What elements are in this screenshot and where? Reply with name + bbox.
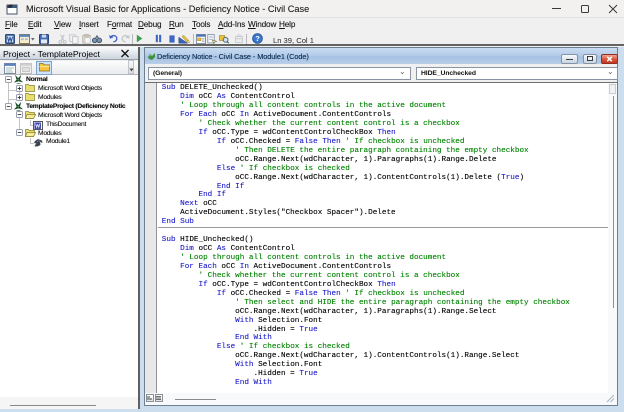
svg-text:?: ? [255, 34, 260, 43]
